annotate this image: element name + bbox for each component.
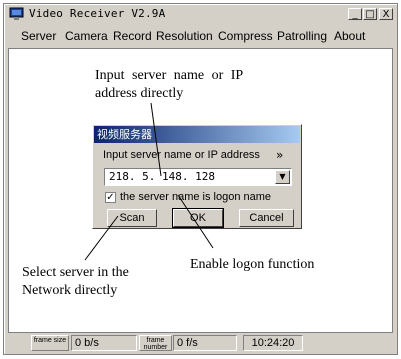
arrow-line-logon: [177, 194, 214, 249]
annotation-arrows: [84, 102, 214, 261]
arrow-line-input: [150, 102, 162, 177]
arrow-line-scan: [84, 215, 119, 261]
